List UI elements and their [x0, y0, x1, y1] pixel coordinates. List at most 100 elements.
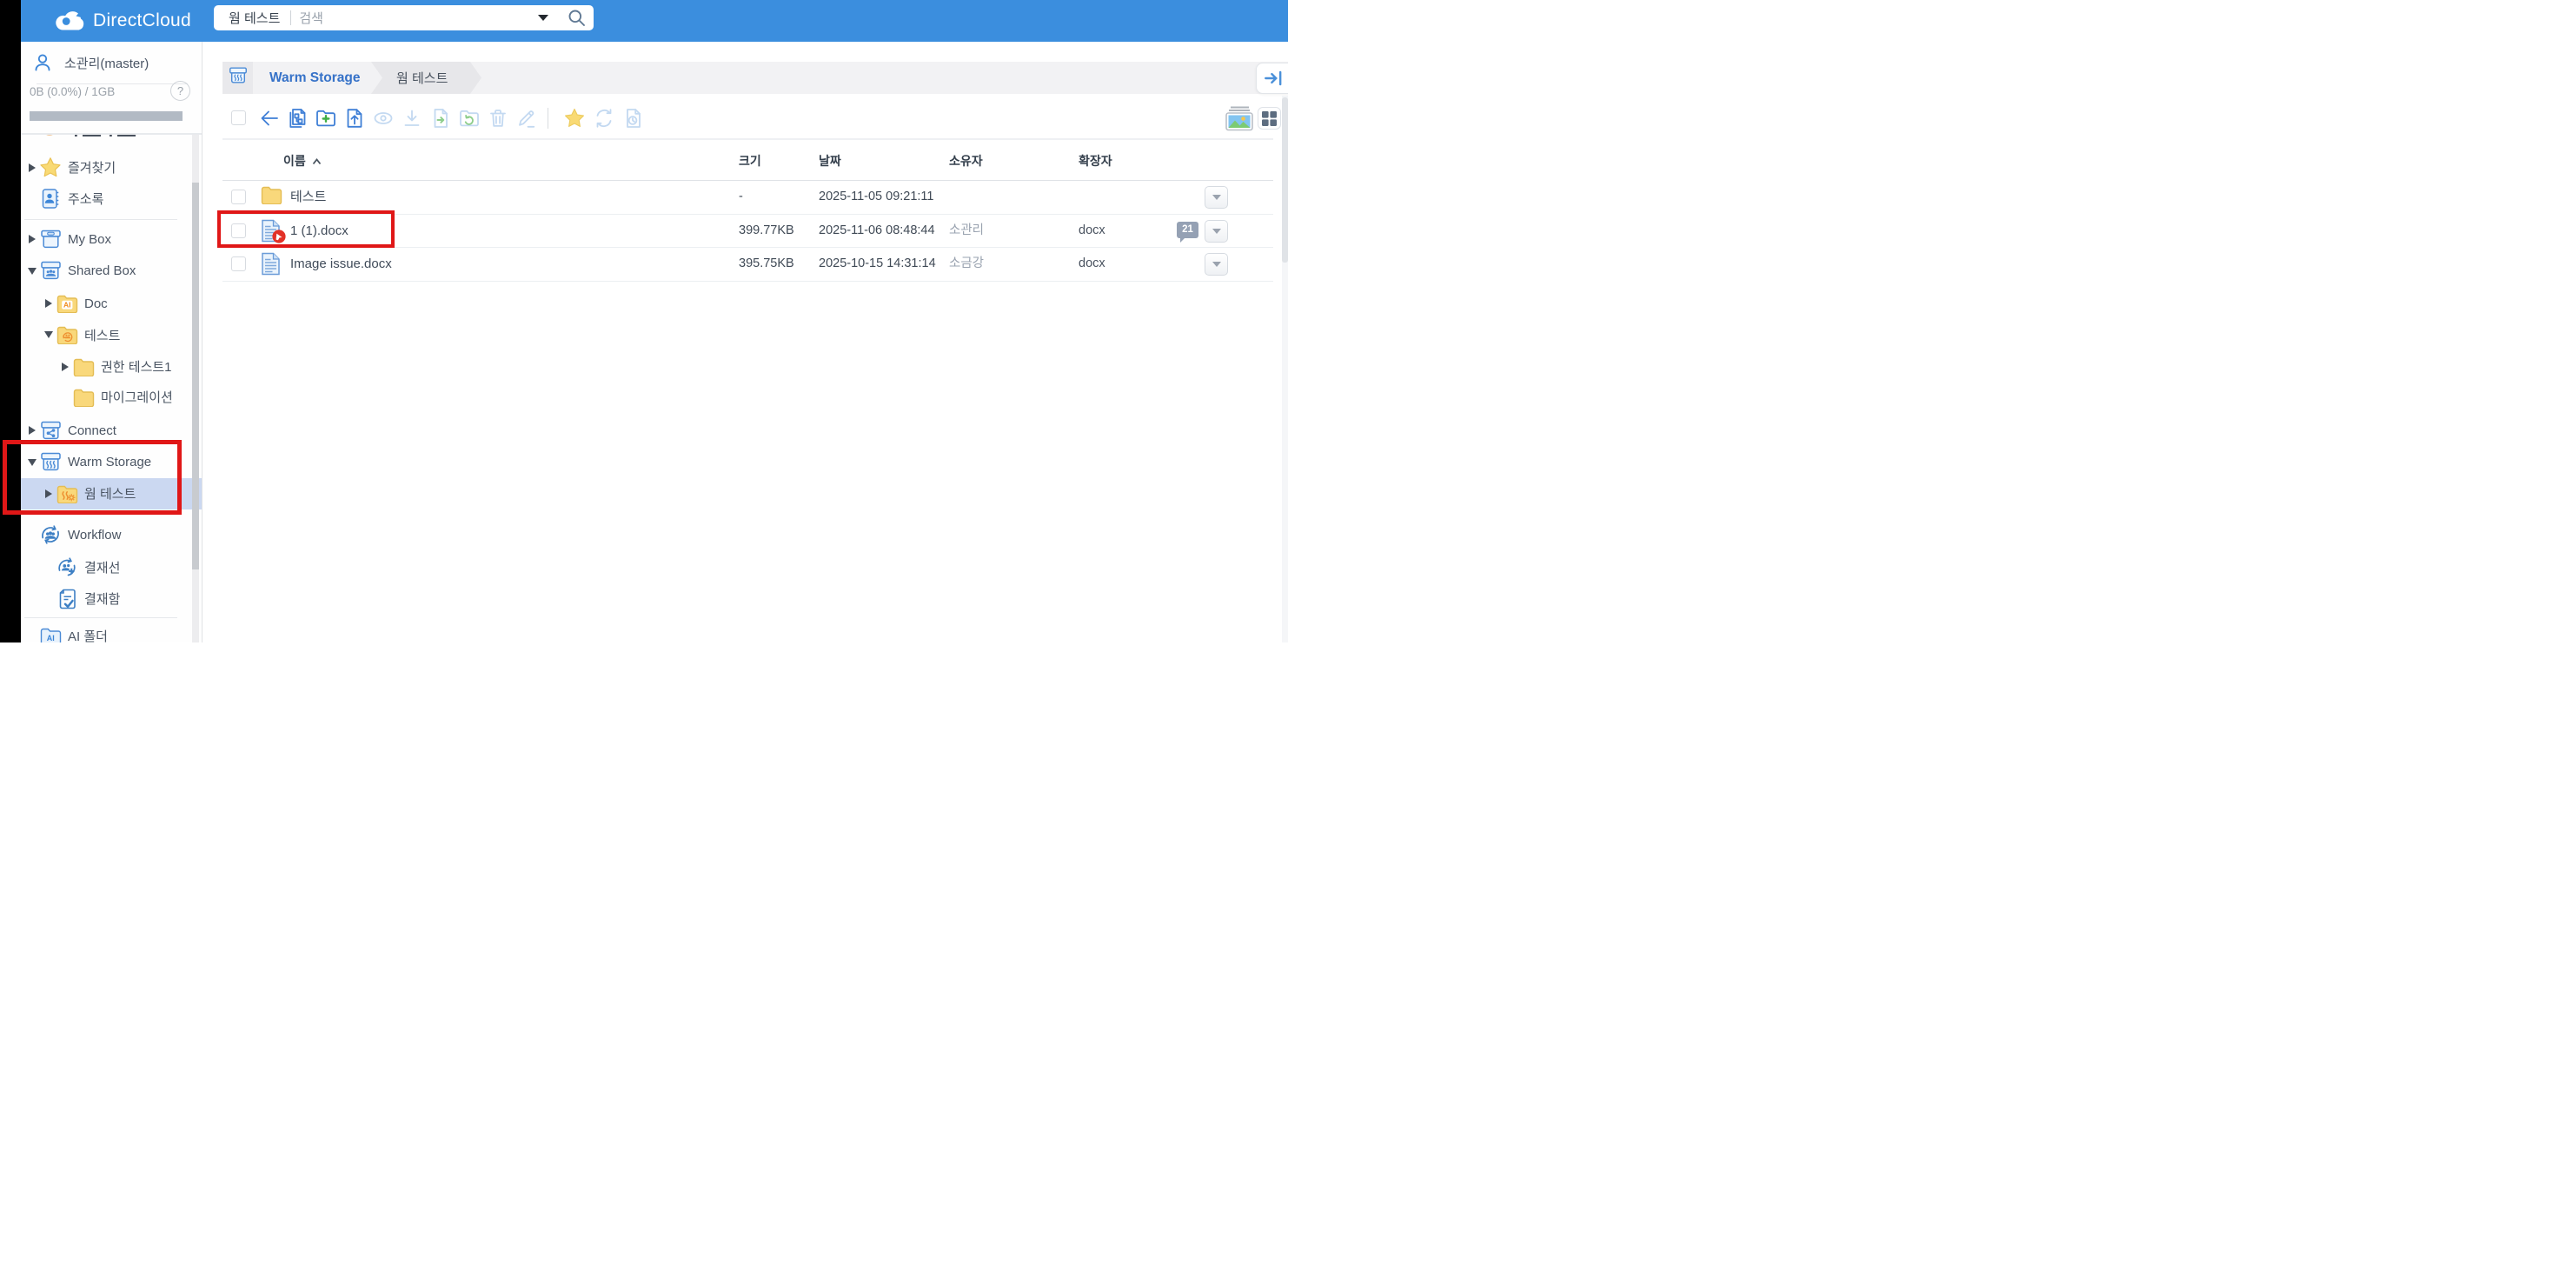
breadcrumb-current-segment[interactable]: 웜 테스트 — [371, 62, 481, 94]
tree-item-웜-테스트[interactable]: 웜 테스트 — [21, 477, 202, 509]
chevron-right-icon[interactable] — [43, 489, 55, 498]
file-name[interactable]: Image issue.docx — [290, 248, 392, 281]
chevron-right-icon[interactable] — [43, 299, 55, 308]
column-header-ext[interactable]: 확장자 — [1079, 140, 1112, 178]
search-options-dropdown-icon[interactable] — [538, 15, 548, 21]
row-menu-dropdown-button[interactable] — [1205, 186, 1228, 209]
tree-item-label: 테스트 — [84, 328, 121, 343]
grid-view-button[interactable] — [1258, 107, 1281, 130]
preview-eye-icon[interactable] — [372, 107, 395, 130]
file-row-2[interactable]: Image issue.docx 395.75KB 2025-10-15 14:31… — [222, 248, 1273, 282]
chevron-right-icon[interactable] — [26, 426, 38, 435]
row-menu-dropdown-button[interactable] — [1205, 219, 1228, 243]
tree-item-결재선[interactable]: 결재선 — [21, 552, 202, 583]
logo-text: DirectCloud — [93, 10, 192, 30]
comment-count-badge[interactable]: 21 — [1177, 221, 1198, 243]
tree-item-doc[interactable]: AI Doc — [21, 288, 202, 319]
restore-folder-icon[interactable] — [458, 107, 481, 130]
main-scrollbar-thumb[interactable] — [1282, 97, 1288, 263]
file-name[interactable]: 테스트 — [290, 181, 326, 214]
expand-triangle — [45, 299, 52, 308]
directcloud-logo[interactable]: DirectCloud — [54, 6, 191, 36]
file-row-1[interactable]: 1 (1).docx 399.77KB 2025-11-06 08:48:44 소관리… — [222, 215, 1273, 248]
divider — [37, 83, 188, 84]
address-book-icon — [39, 188, 62, 210]
tree-item-ai-폴더[interactable]: AI AI 폴더 — [21, 621, 202, 642]
tree-item-warm-storage[interactable]: Warm Storage — [21, 447, 202, 478]
file-row-0[interactable]: 테스트 - 2025-11-05 09:21:11 — [222, 181, 1273, 215]
breadcrumb-root[interactable]: Warm Storage — [269, 62, 361, 94]
photo-view-icon[interactable] — [1224, 104, 1255, 132]
chevron-down-icon — [1212, 228, 1221, 234]
expand-triangle — [29, 426, 36, 435]
new-folder-icon[interactable] — [315, 107, 337, 130]
tree-item-즐겨찾기[interactable]: 즐겨찾기 — [21, 152, 202, 183]
version-history-icon[interactable] — [622, 107, 645, 130]
chevron-right-icon[interactable] — [26, 163, 38, 172]
chevron-down-icon[interactable] — [26, 458, 38, 466]
chevron-down-icon[interactable] — [26, 267, 38, 275]
upload-file-icon[interactable] — [343, 107, 366, 130]
breadcrumb: Warm Storage 웜 테스트 — [222, 62, 1288, 94]
tree-item-workflow[interactable]: Workflow — [21, 519, 202, 550]
chevron-down-icon — [1212, 262, 1221, 267]
column-header-date[interactable]: 날짜 — [819, 140, 841, 178]
move-file-icon[interactable] — [429, 107, 452, 130]
box-connect-icon — [39, 419, 62, 442]
row-checkbox[interactable] — [231, 223, 246, 238]
search-input[interactable]: 웜 테스트 검색 — [214, 5, 594, 30]
tree-item-partial[interactable] — [21, 135, 202, 149]
chevron-down-icon[interactable] — [43, 331, 55, 338]
expand-triangle — [28, 458, 37, 466]
tree-item-connect[interactable]: Connect — [21, 415, 202, 446]
tree-item-shared-box[interactable]: Shared Box — [21, 256, 202, 287]
column-header-owner[interactable]: 소유자 — [949, 140, 983, 178]
tree-item-label: Shared Box — [68, 263, 136, 278]
file-date: 2025-11-06 08:48:44 — [819, 223, 935, 237]
table-body: 테스트 - 2025-11-05 09:21:11 1 (1).docx 399.77K… — [222, 181, 1273, 282]
tree-item-권한-테스트1[interactable]: 권한 테스트1 — [21, 351, 202, 383]
chevron-right-icon[interactable] — [59, 362, 71, 371]
folder-icon — [261, 186, 282, 208]
tree-item-label: 마이그레이션 — [101, 390, 173, 405]
row-menu-dropdown-button[interactable] — [1205, 253, 1228, 276]
divider — [24, 218, 177, 220]
file-ext: docx — [1079, 256, 1105, 270]
tree-item-my-box[interactable]: My Box — [21, 223, 202, 255]
table-header: 이름 크기 날짜 소유자 확장자 — [222, 138, 1273, 181]
convert-refresh-icon[interactable] — [593, 107, 615, 130]
expand-triangle — [45, 489, 52, 498]
rename-pencil-icon[interactable] — [515, 107, 538, 130]
column-header-name[interactable]: 이름 — [283, 140, 322, 178]
quota-help-icon[interactable]: ? — [170, 81, 190, 101]
organize-copy-icon[interactable] — [286, 107, 309, 130]
select-all-checkbox[interactable] — [231, 110, 246, 125]
favorite-star-icon[interactable] — [563, 107, 586, 130]
back-icon[interactable] — [258, 107, 281, 130]
download-icon[interactable] — [401, 107, 423, 130]
storage-quota-text: 0B (0.0%) / 1GB — [30, 85, 116, 98]
tree-item-결재함[interactable]: 결재함 — [21, 583, 202, 615]
row-checkbox[interactable] — [231, 256, 246, 271]
collapse-panel-button[interactable] — [1256, 63, 1288, 94]
expand-triangle — [29, 235, 36, 243]
box-warm-icon — [39, 451, 62, 474]
file-name[interactable]: 1 (1).docx — [290, 215, 349, 248]
workflow-icon — [39, 523, 62, 546]
chevron-right-icon[interactable] — [26, 235, 38, 243]
tree-item-주소록[interactable]: 주소록 — [21, 183, 202, 215]
row-checkbox[interactable] — [231, 190, 246, 204]
search-icon[interactable] — [568, 9, 586, 27]
svg-text:AI: AI — [63, 301, 71, 310]
expand-triangle — [28, 267, 37, 275]
sidebar-scrollbar-thumb[interactable] — [191, 183, 199, 569]
approval-box-icon — [56, 588, 78, 610]
column-header-size[interactable]: 크기 — [739, 140, 761, 178]
tree-item-마이그레이션[interactable]: 마이그레이션 — [21, 382, 202, 413]
chevron-down-icon — [1212, 195, 1221, 200]
tree-item-label: 웜 테스트 — [84, 487, 136, 502]
user-account-row[interactable]: 소관리(master) — [21, 42, 202, 83]
cloud-logo-icon — [54, 8, 85, 34]
tree-item-테스트[interactable]: 테스트 — [21, 319, 202, 350]
delete-trash-icon[interactable] — [487, 107, 509, 130]
